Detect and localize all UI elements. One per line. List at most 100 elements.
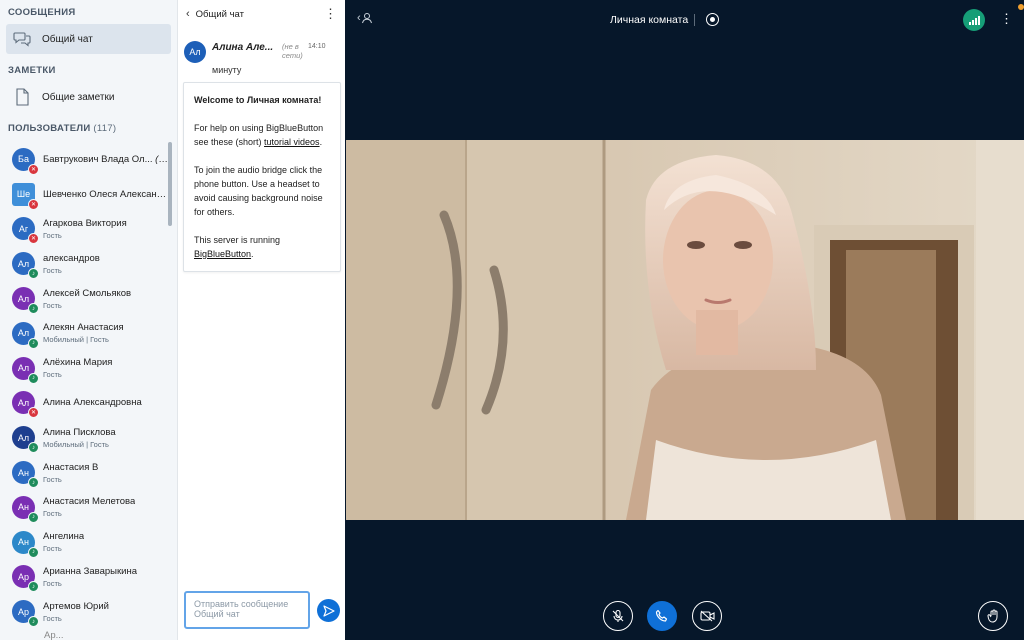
- user-name: Шевченко Олеся Александр...: [43, 189, 168, 200]
- user-name: Агаркова Виктория: [43, 218, 127, 229]
- microphone-muted-icon: ✕: [28, 233, 39, 245]
- user-list-item[interactable]: Ал ♪ александров Гость: [0, 246, 168, 281]
- message-author: Алина Але...: [212, 42, 274, 53]
- user-info: Арианна Заварыкина Гость: [43, 566, 137, 588]
- user-info: Алина Писклова Мобильный | Гость: [43, 427, 116, 449]
- user-info: Шевченко Олеся Александр...: [43, 189, 168, 200]
- welcome-title: Welcome to Личная комната!: [194, 95, 322, 105]
- raise-hand-button[interactable]: [978, 601, 1008, 631]
- document-icon: [12, 87, 32, 107]
- chat-message-input[interactable]: Отправить сообщение Общий чат: [184, 591, 310, 629]
- user-avatar: Ба ✕: [12, 147, 39, 175]
- microphone-muted-icon: ✕: [28, 198, 39, 210]
- user-avatar: Ал ♪: [12, 287, 39, 315]
- media-controls: [345, 600, 1024, 634]
- user-list-item[interactable]: Ал ✕ Алина Александровна: [0, 386, 168, 421]
- user-initials: Ал: [17, 258, 30, 269]
- user-info: Алина Александровна: [43, 397, 142, 408]
- users-title-text: ПОЛЬЗОВАТЕЛИ: [8, 123, 91, 134]
- video-off-icon: [699, 610, 715, 622]
- chevron-left-icon[interactable]: ‹: [186, 8, 190, 20]
- user-name-text: Шевченко Олеся Александр...: [43, 188, 168, 200]
- user-role: Гость: [43, 474, 62, 484]
- user-initials: Ар: [17, 571, 29, 582]
- send-icon: [322, 604, 335, 617]
- headphones-icon: ♪: [28, 442, 39, 454]
- user-initials: Ше: [16, 189, 31, 200]
- user-list-item[interactable]: Ар ♪ Арианна Заварыкина Гость: [0, 560, 168, 595]
- user-initials: Ал: [17, 293, 30, 304]
- user-icon: [361, 13, 372, 24]
- notification-dot: [1018, 4, 1024, 10]
- user-name: Алина Александровна: [43, 397, 142, 408]
- chat-bubbles-icon: [12, 29, 32, 49]
- user-name-text: Алексей Смольяков: [43, 287, 132, 299]
- bigbluebutton-link[interactable]: BigBlueButton: [194, 249, 251, 259]
- toggle-userlist-button[interactable]: ‹: [357, 12, 373, 24]
- shared-notes-nav-item[interactable]: Общие заметки: [6, 82, 171, 112]
- welcome-audio-text: To join the audio bridge click the phone…: [194, 165, 323, 217]
- user-initials: Ал: [17, 363, 30, 374]
- message-author-avatar: Ал: [184, 41, 206, 63]
- mute-button[interactable]: [603, 601, 633, 631]
- user-initials: Ан: [18, 467, 29, 478]
- welcome-message: Welcome to Личная комната! For help on u…: [183, 82, 341, 272]
- user-name-text: Алёхина Мария: [43, 357, 113, 369]
- headphones-icon: ♪: [28, 616, 39, 628]
- video-button[interactable]: [692, 601, 722, 631]
- room-title: Личная комната: [610, 14, 689, 26]
- main-area: ‹ Личная комната ⋮: [345, 0, 1024, 640]
- headphones-icon: ♪: [28, 268, 39, 280]
- you-label: (Вы): [155, 153, 168, 165]
- options-menu-icon[interactable]: ⋮: [1000, 11, 1013, 27]
- user-role: Гость: [43, 300, 62, 310]
- more-vertical-icon[interactable]: ⋮: [324, 6, 337, 22]
- connection-status-icon[interactable]: [963, 9, 985, 31]
- user-name-text: Алина Писклова: [43, 426, 116, 438]
- user-list-item[interactable]: Ал ♪ Алина Писклова Мобильный | Гость: [0, 420, 168, 455]
- user-list-item[interactable]: Ше ✕ Шевченко Олеся Александр...: [0, 177, 168, 212]
- chat-title[interactable]: Общий чат: [196, 9, 324, 20]
- user-name-text: Алина Александровна: [43, 397, 142, 409]
- user-avatar: Ал ♪: [12, 252, 39, 280]
- user-role: Гость: [43, 370, 62, 380]
- user-role: Гость: [43, 544, 62, 554]
- welcome-server-text: This server is running: [194, 235, 281, 245]
- user-name: Алекян Анастасия: [43, 322, 124, 333]
- user-role: Мобильный | Гость: [43, 439, 109, 449]
- user-avatar: Ар ♪: [12, 600, 39, 628]
- send-button[interactable]: [317, 599, 340, 622]
- public-chat-nav-item[interactable]: Общий чат: [6, 24, 171, 54]
- shared-notes-label: Общие заметки: [42, 91, 115, 103]
- user-initials: Ал: [17, 397, 30, 408]
- user-role: Мобильный | Гость: [43, 335, 109, 345]
- users-scrollbar[interactable]: [168, 142, 172, 226]
- user-list-item[interactable]: Аг ✕ Агаркова Виктория Гость: [0, 212, 168, 247]
- message-avatar-initials: Ал: [189, 47, 201, 57]
- hand-icon: [987, 609, 997, 623]
- tutorial-videos-link[interactable]: tutorial videos: [264, 137, 320, 147]
- webcam-video[interactable]: [346, 140, 1024, 520]
- user-list-sidebar: СООБЩЕНИЯ Общий чат ЗАМЕТКИ Общие заметк…: [0, 0, 177, 640]
- user-list-item[interactable]: Ан ♪ Ангелина Гость: [0, 525, 168, 560]
- user-name-text: Агаркова Виктория: [43, 217, 127, 229]
- record-indicator-icon[interactable]: [706, 13, 719, 26]
- user-list-item[interactable]: Ан ♪ Анастасия Мелетова Гость: [0, 490, 168, 525]
- user-list-item[interactable]: Ба✕ Бавтрукович Влада Ол... (Вы): [0, 142, 168, 177]
- user-avatar: Ше ✕: [12, 182, 39, 210]
- user-list-item[interactable]: Ан ♪ Анастасия В Гость: [0, 455, 168, 490]
- top-bar: ‹ Личная комната ⋮: [345, 0, 1024, 40]
- users-list: Ба✕Бавтрукович Влада Ол... (Вы)Ше✕Шевчен…: [0, 142, 168, 629]
- user-name: Бавтрукович Влада Ол... (Вы): [43, 154, 168, 165]
- headphones-icon: ♪: [28, 581, 39, 593]
- chat-header: ‹ Общий чат ⋮: [178, 0, 345, 28]
- user-list-item[interactable]: Ар ♪ Артемов Юрий Гость: [0, 594, 168, 629]
- message-offline-label: (не в сети): [282, 42, 303, 60]
- user-list-item[interactable]: Ал ♪ Алекян Анастасия Мобильный | Гость: [0, 316, 168, 351]
- user-list-item[interactable]: Ал ♪ Алёхина Мария Гость: [0, 351, 168, 386]
- join-audio-button[interactable]: [647, 601, 677, 631]
- user-list-item[interactable]: Ал ♪ Алексей Смольяков Гость: [0, 281, 168, 316]
- user-name-text: Анастасия Мелетова: [43, 496, 136, 508]
- user-info: александров Гость: [43, 253, 100, 275]
- user-name-text: Арианна Заварыкина: [43, 565, 137, 577]
